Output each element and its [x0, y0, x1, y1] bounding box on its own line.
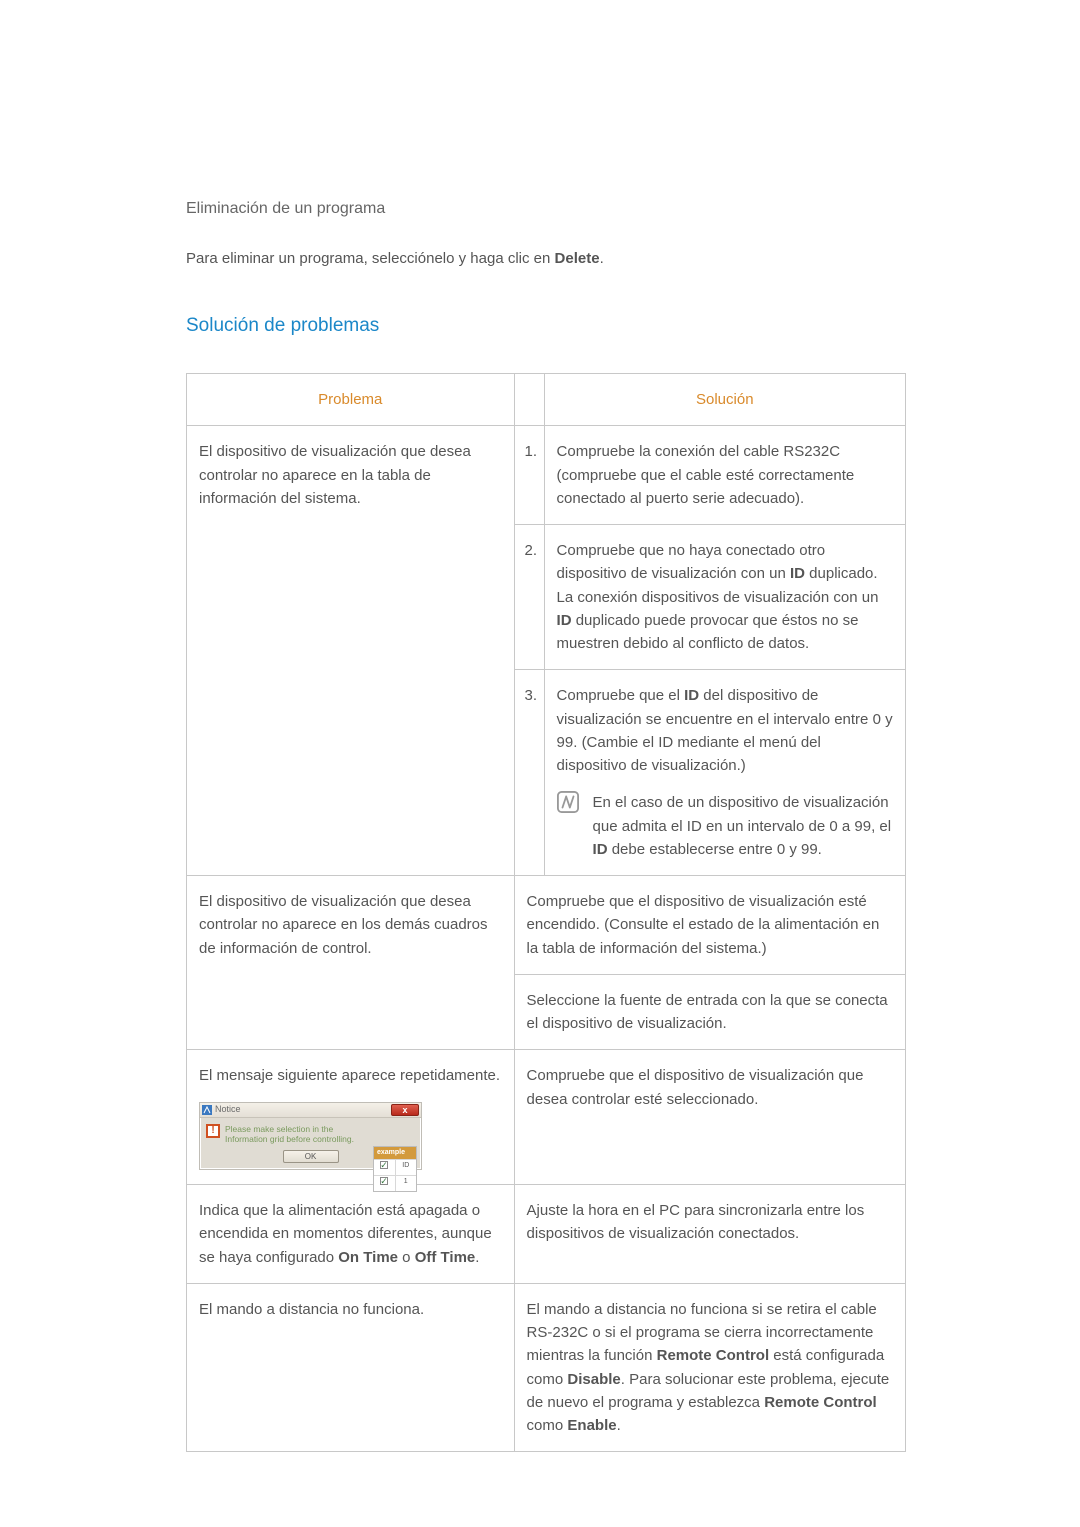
checkbox-icon	[380, 1177, 388, 1185]
note-icon	[557, 791, 579, 813]
row1-sol2-b: ID	[790, 565, 805, 582]
row5-sol: El mando a distancia no funciona si se r…	[514, 1283, 905, 1452]
dialog-body: ! Please make selection in the Informati…	[200, 1118, 421, 1170]
row3-problem: El mensaje siguiente aparece repetidamen…	[187, 1050, 515, 1185]
row1-sol1-num: 1.	[514, 426, 544, 525]
checkbox-icon	[380, 1161, 388, 1169]
dialog-msg-line2: Information grid before controlling.	[225, 1134, 354, 1144]
example-chk-head	[374, 1160, 396, 1175]
header-num	[514, 374, 544, 426]
row5-si: .	[617, 1417, 621, 1434]
exclamation-icon: !	[206, 1124, 220, 1138]
row1-sol3-a: Compruebe que el	[557, 687, 685, 704]
dialog-title: Notice	[215, 1103, 241, 1117]
example-head: example	[374, 1147, 416, 1160]
row3-problem-text: El mensaje siguiente aparece repetidamen…	[199, 1067, 500, 1084]
dialog-close-button[interactable]: x	[391, 1104, 419, 1116]
row4-pc: o	[398, 1249, 415, 1266]
row1-sol3-note-c: debe establecerse entre 0 y 99.	[608, 841, 822, 858]
row5-sb: Remote Control	[657, 1347, 770, 1364]
delete-intro-bold: Delete	[555, 250, 600, 267]
row5-sd: Disable	[567, 1371, 620, 1388]
row1-sol1: Compruebe la conexión del cable RS232C (…	[544, 426, 905, 525]
dialog-ok-button[interactable]: OK	[283, 1150, 339, 1163]
troubleshooting-heading: Solución de problemas	[186, 315, 894, 337]
notice-dialog: Notice x ! Please make selection in the …	[199, 1102, 422, 1171]
row4-sol: Ajuste la hora en el PC para sincronizar…	[514, 1185, 905, 1284]
row1-problem: El dispositivo de visualización que dese…	[187, 426, 515, 876]
row1-sol3-note-a: En el caso de un dispositivo de visualiz…	[593, 794, 892, 834]
row4-pd: Off Time	[415, 1249, 476, 1266]
delete-intro: Para eliminar un programa, selecciónelo …	[186, 250, 894, 267]
header-solution: Solución	[544, 374, 905, 426]
row1-sol3-b: ID	[684, 687, 699, 704]
example-id-val: 1	[396, 1176, 417, 1191]
dialog-msg-line1: Please make selection in the	[225, 1124, 333, 1134]
row5-sh: Enable	[567, 1417, 616, 1434]
row4-pb: On Time	[338, 1249, 398, 1266]
example-chk-val	[374, 1176, 396, 1191]
row1-sol3: Compruebe que el ID del dispositivo de v…	[544, 670, 905, 876]
row2-problem: El dispositivo de visualización que dese…	[187, 876, 515, 1050]
dialog-example-grid: example ID 1	[373, 1146, 417, 1193]
row5-sg: como	[527, 1417, 568, 1434]
row3-sol: Compruebe que el dispositivo de visualiz…	[514, 1050, 905, 1185]
dialog-app-icon	[202, 1105, 212, 1115]
dialog-message: Please make selection in the Information…	[225, 1124, 354, 1144]
row1-sol2-e: duplicado puede provocar que éstos no se…	[557, 612, 859, 652]
row4-problem: Indica que la alimentación está apagada …	[187, 1185, 515, 1284]
row2-sol1: Compruebe que el dispositivo de visualiz…	[514, 876, 905, 975]
row4-pe: .	[475, 1249, 479, 1266]
troubleshooting-table: Problema Solución El dispositivo de visu…	[186, 373, 906, 1452]
row1-sol3-note-text: En el caso de un dispositivo de visualiz…	[593, 791, 893, 861]
row1-sol3-num: 3.	[514, 670, 544, 876]
row1-sol2-num: 2.	[514, 525, 544, 670]
row5-problem: El mando a distancia no funciona.	[187, 1283, 515, 1452]
row1-sol3-note: En el caso de un dispositivo de visualiz…	[557, 791, 893, 861]
delete-intro-prefix: Para eliminar un programa, selecciónelo …	[186, 250, 555, 267]
header-problem: Problema	[187, 374, 515, 426]
delete-intro-suffix: .	[600, 250, 604, 267]
row2-sol2: Seleccione la fuente de entrada con la q…	[514, 974, 905, 1050]
row1-sol2-a: Compruebe que no haya conectado otro dis…	[557, 542, 826, 582]
row5-sf: Remote Control	[764, 1394, 877, 1411]
dialog-titlebar: Notice x	[200, 1103, 421, 1118]
example-id-head: ID	[396, 1160, 417, 1175]
row1-sol2-d: ID	[557, 612, 572, 629]
row1-sol2: Compruebe que no haya conectado otro dis…	[544, 525, 905, 670]
row1-sol3-note-b: ID	[593, 841, 608, 858]
section-heading-delete: Eliminación de un programa	[186, 200, 894, 218]
